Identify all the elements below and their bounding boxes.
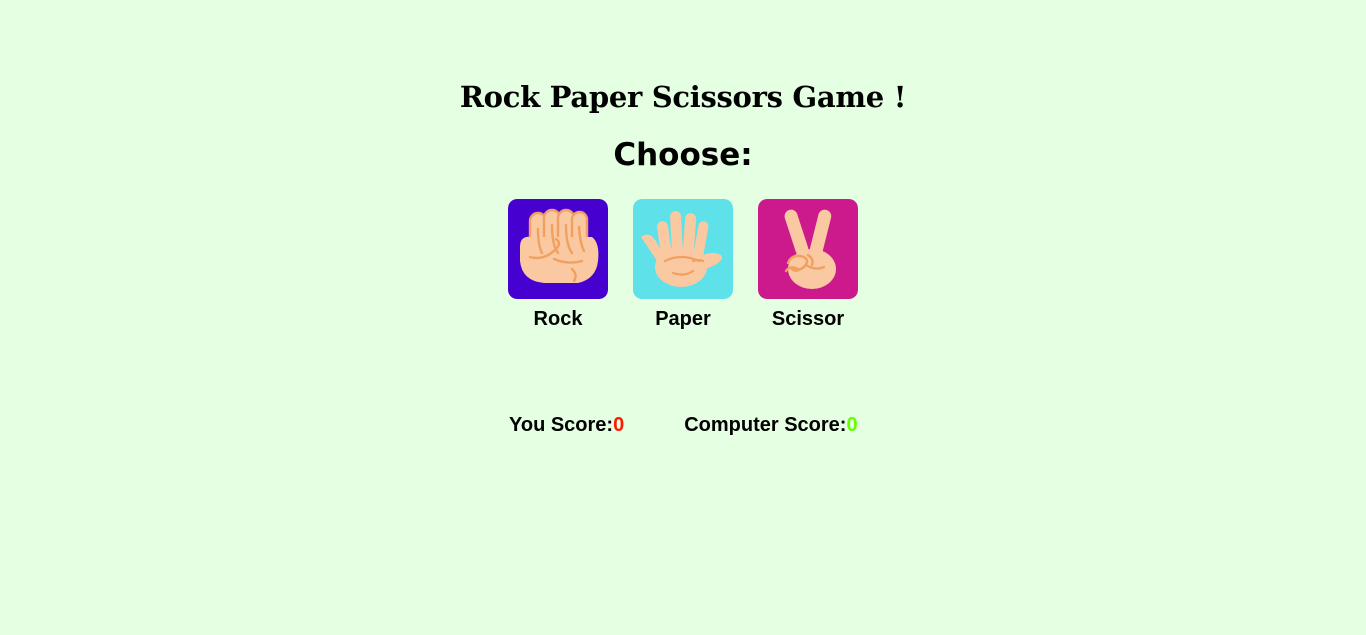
fist-icon[interactable]: [508, 199, 608, 299]
choice-paper-label: Paper: [655, 308, 711, 330]
choice-scissor[interactable]: Scissor: [758, 199, 858, 330]
game-page: Rock Paper Scissors Game ! Choose: Rock …: [0, 0, 1366, 635]
choices-row: Rock Paper Scissor: [508, 199, 858, 330]
peace-hand-icon[interactable]: [758, 199, 858, 299]
user-score-label: You Score:: [509, 414, 614, 436]
user-score: You Score:0: [509, 413, 624, 437]
user-score-value: 0: [613, 414, 625, 436]
choose-heading: Choose:: [613, 137, 753, 173]
computer-score-label: Computer Score:: [684, 414, 847, 436]
choice-scissor-label: Scissor: [771, 308, 845, 330]
choice-rock[interactable]: Rock: [508, 199, 608, 330]
page-title: Rock Paper Scissors Game !: [459, 80, 907, 114]
open-hand-icon[interactable]: [633, 199, 733, 299]
score-board: You Score:0 Computer Score:0: [509, 413, 858, 437]
computer-score: Computer Score:0: [684, 413, 857, 437]
computer-score-value: 0: [846, 414, 858, 436]
choice-rock-label: Rock: [533, 308, 583, 330]
choice-paper[interactable]: Paper: [633, 199, 733, 330]
